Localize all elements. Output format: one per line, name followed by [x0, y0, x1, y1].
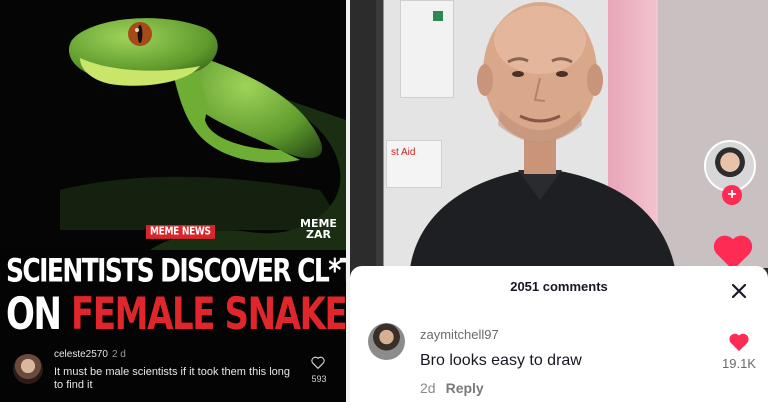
comment-username[interactable]: zaymitchell97	[420, 327, 499, 342]
heart-icon[interactable]	[728, 332, 750, 352]
headline-line-2: ON FEMALE SNAKES	[6, 290, 346, 339]
comment-like-count: 593	[311, 374, 327, 384]
avatar[interactable]	[13, 354, 43, 384]
heart-outline-icon[interactable]	[311, 356, 325, 369]
man-in-video	[410, 2, 675, 268]
comments-count-header: 2051 comments	[510, 279, 608, 294]
comment-time: 2 d	[111, 349, 126, 360]
comment-text: It must be male scientists if it took th…	[54, 366, 290, 391]
green-snake-image	[0, 0, 346, 250]
comment-like-count: 19.1K	[722, 356, 756, 371]
tiktok-video: st Aid + 2051 comments zaymitchell97 Bro…	[350, 0, 768, 402]
headline-line-1: SCIENTISTS DISCOVER CL*TORISES	[6, 252, 346, 290]
comment-username[interactable]: celeste2570	[54, 349, 108, 360]
close-icon[interactable]	[728, 280, 750, 302]
headline: SCIENTISTS DISCOVER CL*TORISES ON FEMALE…	[6, 252, 346, 339]
meme-news-post: MEME NEWS MEME ZAR SCIENTISTS DISCOVER C…	[0, 0, 346, 402]
avatar[interactable]	[368, 323, 405, 360]
comment-text: Bro looks easy to draw	[420, 352, 582, 369]
memezar-logo: MEME ZAR	[300, 217, 337, 241]
instagram-comment: celeste2570 2 d It must be male scientist…	[0, 342, 346, 402]
video-frame[interactable]: st Aid +	[350, 0, 768, 271]
reply-button[interactable]: Reply	[446, 380, 484, 396]
comment-time: 2d	[420, 380, 436, 396]
meme-news-badge: MEME NEWS	[146, 225, 215, 239]
comments-sheet: 2051 comments zaymitchell97 Bro looks ea…	[350, 266, 768, 402]
follow-plus-button[interactable]: +	[722, 185, 742, 205]
headline-highlight: FEMALE SNAKES	[71, 288, 346, 341]
